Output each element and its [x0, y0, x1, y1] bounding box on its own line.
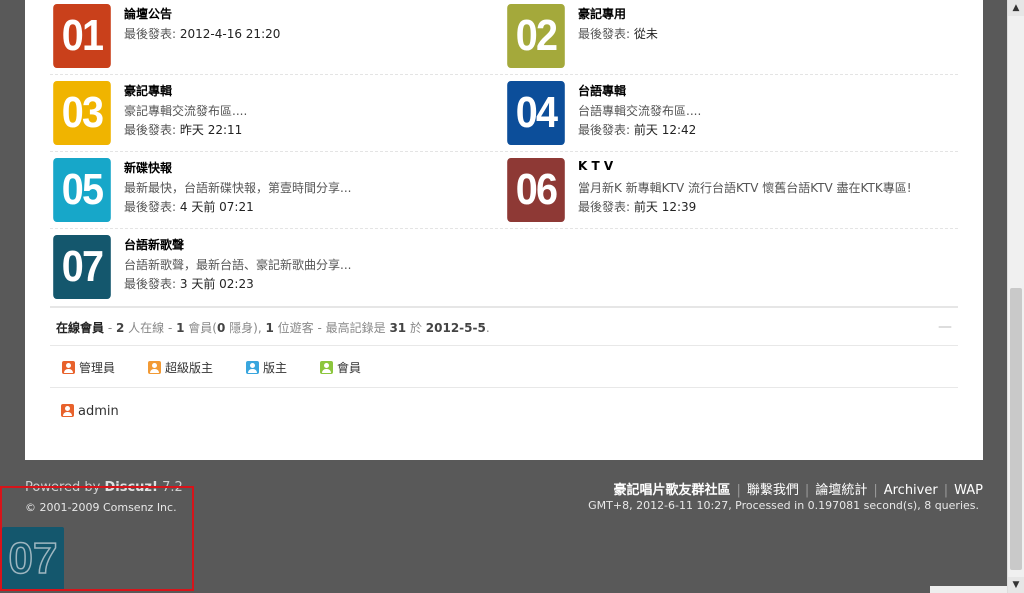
last-post-time[interactable]: 3 天前 02:23 — [180, 277, 254, 291]
forum-number-badge[interactable]: 07 — [53, 235, 111, 299]
forum-title[interactable]: 台語新歌聲 — [124, 236, 184, 253]
last-post-label: 最後發表: — [124, 200, 177, 214]
horizontal-scroll-fragment — [930, 586, 1007, 593]
forum-last-post: 最後發表: 2012-4-16 21:20 — [124, 25, 280, 42]
legend-admin: 管理員 — [62, 359, 115, 376]
forum-stats-link[interactable]: 論壇統計 — [815, 483, 867, 498]
last-post-label: 最後發表: — [124, 123, 177, 137]
separator: | — [943, 483, 949, 498]
forum-panel: 01 論壇公告 最後發表: 2012-4-16 21:20 02 豪記專用 最後… — [25, 0, 983, 460]
last-post-label: 最後發表: — [578, 27, 631, 41]
contact-us-link[interactable]: 聯繫我們 — [747, 483, 799, 498]
online-text: 隱身), — [225, 321, 266, 335]
archiver-link[interactable]: Archiver — [884, 483, 938, 498]
scroll-up-icon[interactable]: ▲ — [1008, 0, 1024, 16]
admin-user-icon — [61, 404, 74, 417]
online-text: . — [485, 321, 490, 335]
forum-item-03[interactable]: 03 豪記專輯 豪記專輯交流發布區.... 最後發表: 昨天 22:11 — [50, 77, 490, 151]
admin-user-icon — [62, 361, 75, 374]
online-text: 於 — [406, 321, 426, 335]
forum-last-post: 最後發表: 前天 12:42 — [578, 121, 696, 138]
user-group-legend: 管理員 超級版主 版主 會員 — [50, 344, 958, 388]
selection-highlight-box — [0, 486, 194, 591]
online-members-bar: 在線會員 - 2 人在線 - 1 會員(0 隱身), 1 位遊客 - 最高記錄是… — [50, 306, 958, 346]
row-divider — [50, 151, 958, 152]
forum-title[interactable]: 豪記專輯 — [124, 82, 172, 99]
forum-description: 當月新K 新專輯KTV 流行台語KTV 懷舊台語KTV 盡在KTK專區! — [578, 181, 912, 195]
forum-title[interactable]: 豪記專用 — [578, 5, 626, 22]
forum-title[interactable]: 新碟快報 — [124, 159, 172, 176]
collapse-icon[interactable]: — — [938, 319, 952, 335]
scroll-thumb[interactable] — [1010, 288, 1022, 570]
forum-number-badge[interactable]: 04 — [507, 81, 565, 145]
forum-item-04[interactable]: 04 台語專輯 台語專輯交流發布區.... 最後發表: 前天 12:42 — [504, 77, 944, 151]
last-post-label: 最後發表: — [124, 27, 177, 41]
super-moderator-icon — [148, 361, 161, 374]
online-user-list: admin — [61, 404, 119, 419]
forum-number-badge[interactable]: 02 — [507, 4, 565, 68]
online-user-link[interactable]: admin — [78, 404, 119, 419]
footer-links: 豪記唱片歌友群社區 | 聯繫我們 | 論壇統計 | Archiver | WAP — [614, 479, 984, 498]
member-icon — [320, 361, 333, 374]
separator: | — [873, 483, 878, 498]
online-text: 位遊客 - 最高記錄是 — [273, 321, 390, 335]
moderator-icon — [246, 361, 259, 374]
legend-label: 會員 — [337, 361, 362, 375]
online-text: 會員( — [184, 321, 217, 335]
row-divider — [50, 228, 958, 229]
online-text: 人在線 - — [124, 321, 177, 335]
forum-item-05[interactable]: 05 新碟快報 最新最快，台語新碟快報，第壹時間分享... 最後發表: 4 天前… — [50, 154, 490, 228]
legend-label: 管理員 — [79, 361, 116, 375]
forum-number-badge[interactable]: 03 — [53, 81, 111, 145]
forum-title[interactable]: K T V — [578, 159, 613, 173]
row-divider — [50, 74, 958, 75]
forum-description: 台語專輯交流發布區.... — [578, 104, 702, 118]
online-stats: 在線會員 - 2 人在線 - 1 會員(0 隱身), 1 位遊客 - 最高記錄是… — [56, 319, 490, 336]
forum-description: 台語新歌聲，最新台語、豪記新歌曲分享... — [124, 258, 352, 272]
footer-meta: GMT+8, 2012-6-11 10:27, Processed in 0.1… — [588, 499, 979, 512]
forum-item-06[interactable]: 06 K T V 當月新K 新專輯KTV 流行台語KTV 懷舊台語KTV 盡在K… — [504, 154, 944, 228]
guest-count: 1 — [265, 321, 274, 335]
vertical-scrollbar[interactable]: ▲ ▼ — [1007, 0, 1024, 593]
forum-item-02[interactable]: 02 豪記專用 最後發表: 從未 — [504, 0, 944, 74]
record-date: 2012-5-5 — [425, 321, 486, 335]
legend-moderator: 版主 — [246, 359, 287, 376]
forum-number-badge[interactable]: 01 — [53, 4, 111, 68]
last-post-time[interactable]: 2012-4-16 21:20 — [180, 27, 281, 41]
online-label[interactable]: 在線會員 — [56, 321, 104, 335]
forum-title[interactable]: 台語專輯 — [578, 82, 626, 99]
legend-member: 會員 — [320, 359, 361, 376]
last-post-time[interactable]: 昨天 22:11 — [180, 123, 242, 137]
last-post-time[interactable]: 4 天前 07:21 — [180, 200, 254, 214]
last-post-label: 最後發表: — [124, 277, 177, 291]
last-post-time: 從未 — [633, 27, 658, 41]
legend-label: 超級版主 — [165, 361, 214, 375]
forum-item-07[interactable]: 07 台語新歌聲 台語新歌聲，最新台語、豪記新歌曲分享... 最後發表: 3 天… — [50, 231, 490, 305]
forum-last-post: 最後發表: 從未 — [578, 25, 658, 42]
site-name-link[interactable]: 豪記唱片歌友群社區 — [614, 483, 731, 498]
forum-number-badge[interactable]: 06 — [507, 158, 565, 222]
forum-item-01[interactable]: 01 論壇公告 最後發表: 2012-4-16 21:20 — [50, 0, 490, 74]
last-post-label: 最後發表: — [578, 123, 631, 137]
legend-label: 版主 — [263, 361, 288, 375]
scroll-down-icon[interactable]: ▼ — [1008, 577, 1024, 593]
forum-last-post: 最後發表: 昨天 22:11 — [124, 121, 242, 138]
forum-number-badge[interactable]: 05 — [53, 158, 111, 222]
separator: | — [804, 483, 810, 498]
last-post-time[interactable]: 前天 12:39 — [634, 200, 696, 214]
separator: | — [736, 483, 741, 498]
legend-super-mod: 超級版主 — [148, 359, 213, 376]
forum-description: 最新最快，台語新碟快報，第壹時間分享... — [124, 181, 352, 195]
record-count: 31 — [389, 321, 407, 335]
last-post-label: 最後發表: — [578, 200, 631, 214]
last-post-time[interactable]: 前天 12:42 — [634, 123, 696, 137]
forum-last-post: 最後發表: 3 天前 02:23 — [124, 275, 254, 292]
forum-last-post: 最後發表: 前天 12:39 — [578, 198, 696, 215]
forum-description: 豪記專輯交流發布區.... — [124, 104, 248, 118]
forum-last-post: 最後發表: 4 天前 07:21 — [124, 198, 254, 215]
forum-title[interactable]: 論壇公告 — [124, 5, 172, 22]
online-text: - — [104, 321, 116, 335]
wap-link[interactable]: WAP — [954, 483, 983, 498]
